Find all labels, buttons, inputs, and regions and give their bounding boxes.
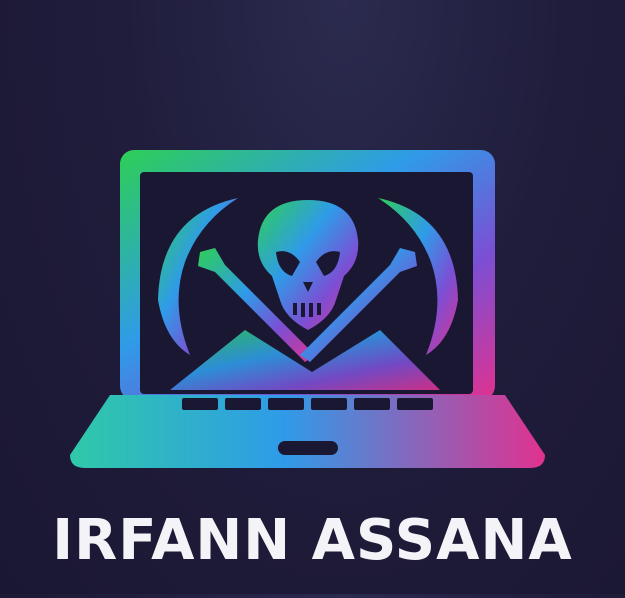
laptop-base [70, 395, 545, 468]
touchpad [278, 441, 338, 455]
brand-name: IRFANN ASSANA [52, 508, 573, 573]
